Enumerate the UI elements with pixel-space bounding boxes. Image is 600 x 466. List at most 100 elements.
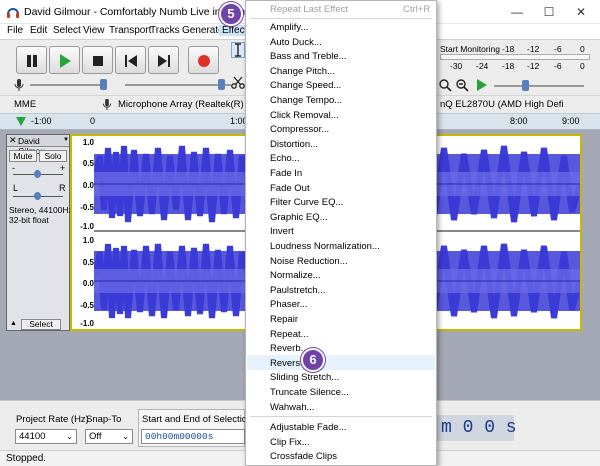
menu-item-bass-and-treble[interactable]: Bass and Treble...	[270, 51, 347, 62]
skip-to-end-icon	[158, 55, 170, 67]
menu-transport[interactable]: Transport	[109, 25, 151, 36]
gain-thumb[interactable]	[34, 170, 41, 178]
project-rate-value: 44100	[19, 431, 46, 442]
collapse-track-icon[interactable]: ▲	[10, 320, 17, 327]
track-name-bar[interactable]: ✕ David Gilmou ▼	[7, 135, 69, 156]
repeat-last-effect-shortcut: Ctrl+R	[403, 4, 431, 15]
menu-item-repeat[interactable]: Repeat...	[270, 329, 309, 340]
recording-volume-thumb[interactable]	[100, 79, 107, 90]
multi-tool[interactable]	[231, 76, 245, 92]
start-monitoring-label[interactable]: Start Monitoring	[440, 44, 500, 54]
amplitude-label: -1.0	[80, 319, 94, 328]
pan-thumb[interactable]	[34, 192, 41, 200]
play-speed-thumb[interactable]	[522, 80, 529, 91]
recording-device-select[interactable]: Microphone Array (Realtek(R) Au	[118, 99, 257, 110]
menu-item-click-removal[interactable]: Click Removal...	[270, 110, 339, 121]
menu-item-clip-fix[interactable]: Clip Fix...	[270, 437, 310, 448]
microphone-icon	[102, 98, 112, 111]
menu-item-auto-duck[interactable]: Auto Duck...	[270, 37, 322, 48]
menu-item-paulstretch[interactable]: Paulstretch...	[270, 285, 325, 296]
menu-item-repeat-last-effect: Repeat Last Effect	[270, 4, 348, 15]
menu-item-loudness-normalization[interactable]: Loudness Normalization...	[270, 241, 380, 252]
recording-volume-slider[interactable]	[30, 84, 100, 86]
selection-label: Start and End of Selection	[142, 414, 253, 425]
playback-volume-thumb[interactable]	[218, 79, 225, 90]
meter-tick: 0	[580, 44, 585, 54]
gain-plus-label: +	[60, 163, 66, 173]
menu-item-adjustable-fade[interactable]: Adjustable Fade...	[270, 422, 347, 433]
zoom-fit-icon[interactable]	[438, 78, 452, 92]
step-5-badge: 5	[219, 2, 243, 26]
amplitude-label: 0.5	[82, 159, 94, 168]
skip-end-button[interactable]	[148, 46, 179, 74]
stop-button[interactable]	[82, 46, 113, 74]
solo-button[interactable]: Solo	[39, 150, 67, 162]
play-speed-slider[interactable]	[494, 85, 584, 87]
timeline-tick: 8:00	[510, 116, 528, 126]
menu-item-amplify[interactable]: Amplify...	[270, 22, 308, 33]
menu-item-truncate-silence[interactable]: Truncate Silence...	[270, 387, 349, 398]
stop-icon	[93, 56, 103, 66]
menu-item-repair[interactable]: Repair	[270, 314, 298, 325]
track-menu-arrow-icon[interactable]: ▼	[63, 137, 69, 143]
menu-item-wahwah[interactable]: Wahwah...	[270, 402, 315, 413]
menu-item-change-speed[interactable]: Change Speed...	[270, 80, 341, 91]
playback-device-select[interactable]: nQ EL2870U (AMD High Defi	[440, 99, 564, 110]
menu-file[interactable]: File	[7, 25, 23, 36]
recording-meter[interactable]	[440, 54, 590, 60]
meter-tick: -24	[476, 61, 489, 71]
menu-item-compressor[interactable]: Compressor...	[270, 124, 329, 135]
menu-item-invert[interactable]: Invert	[270, 226, 294, 237]
audio-position-display[interactable]: m 0 0 s	[437, 415, 517, 441]
snap-to-label: Snap-To	[86, 414, 122, 425]
microphone-icon	[14, 79, 24, 91]
snap-to-select[interactable]: Off ⌄	[85, 429, 133, 444]
chevron-down-icon: ⌄	[66, 432, 73, 441]
mute-button[interactable]: Mute	[9, 150, 37, 162]
menu-item-distortion[interactable]: Distortion...	[270, 139, 318, 150]
menu-item-change-pitch[interactable]: Change Pitch...	[270, 66, 335, 77]
menu-item-sliding-stretch[interactable]: Sliding Stretch...	[270, 372, 339, 383]
playback-volume-slider[interactable]	[125, 84, 231, 86]
menu-item-graphic-eq[interactable]: Graphic EQ...	[270, 212, 328, 223]
menu-view[interactable]: View	[83, 25, 105, 36]
i-beam-icon	[235, 43, 241, 57]
menu-item-filter-curve-eq[interactable]: Filter Curve EQ...	[270, 197, 343, 208]
audio-host-select[interactable]: MME	[14, 99, 36, 110]
selection-tool[interactable]	[231, 42, 245, 58]
project-rate-select[interactable]: 44100 ⌄	[15, 429, 77, 444]
play-at-speed-icon[interactable]	[474, 78, 488, 92]
close-track-icon[interactable]: ✕	[9, 135, 17, 146]
record-button[interactable]	[188, 46, 219, 74]
amplitude-label: 1.0	[82, 138, 94, 147]
close-button[interactable]: ✕	[566, 3, 596, 21]
meter-tick: -18	[502, 44, 515, 54]
menu-generate[interactable]: Generate	[182, 25, 224, 36]
pause-icon	[27, 55, 37, 67]
play-icon	[60, 54, 71, 68]
menu-edit[interactable]: Edit	[30, 25, 47, 36]
menu-item-fade-in[interactable]: Fade In	[270, 168, 302, 179]
menu-tracks[interactable]: Tracks	[150, 25, 180, 36]
menu-item-fade-out[interactable]: Fade Out	[270, 183, 310, 194]
select-track-button[interactable]: Select	[21, 319, 61, 330]
pause-button[interactable]	[16, 46, 47, 74]
timeline-tick: -1:00	[31, 116, 52, 126]
menu-item-phaser[interactable]: Phaser...	[270, 299, 308, 310]
gain-minus-label: -	[12, 163, 15, 173]
minimize-button[interactable]: —	[502, 3, 532, 21]
menu-item-noise-reduction[interactable]: Noise Reduction...	[270, 256, 348, 267]
selection-start-time[interactable]: 00h00m00000s	[141, 429, 245, 444]
amplitude-label: 0.0	[82, 181, 94, 190]
zoom-toggle-icon[interactable]	[455, 78, 469, 92]
skip-start-button[interactable]	[115, 46, 146, 74]
play-button[interactable]	[49, 46, 80, 74]
maximize-button[interactable]: ☐	[534, 3, 564, 21]
amplitude-label: 1.0	[82, 236, 94, 245]
menu-select[interactable]: Select	[53, 25, 81, 36]
menu-item-change-tempo[interactable]: Change Tempo...	[270, 95, 342, 106]
menu-item-crossfade-clips[interactable]: Crossfade Clips	[270, 451, 337, 462]
scissors-icon	[231, 76, 245, 89]
menu-item-normalize[interactable]: Normalize...	[270, 270, 321, 281]
menu-item-echo[interactable]: Echo...	[270, 153, 300, 164]
